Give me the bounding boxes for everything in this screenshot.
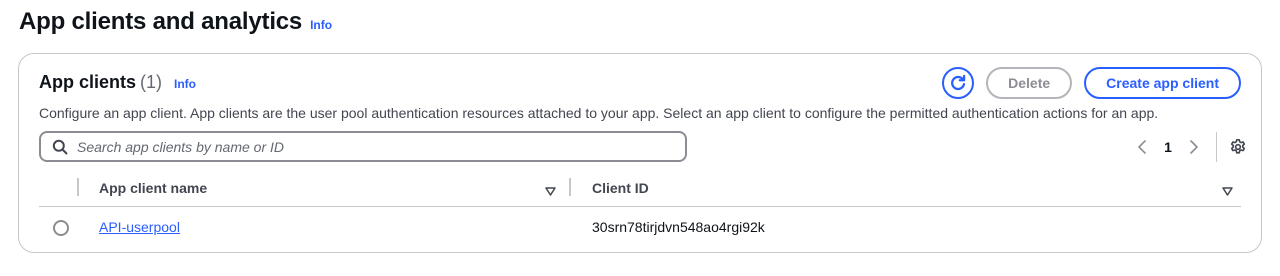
app-clients-description: Configure an app client. App clients are…	[39, 105, 1159, 121]
page-header: App clients and analytics Info	[19, 8, 332, 36]
search-input[interactable]	[77, 138, 685, 155]
app-clients-container: App clients (1) Info Delete Create app c…	[18, 53, 1262, 253]
header-actions: Delete Create app client	[942, 67, 1241, 99]
create-app-client-button[interactable]: Create app client	[1084, 67, 1241, 99]
sort-app-client-name-button[interactable]	[545, 183, 556, 201]
app-clients-info-link[interactable]: Info	[174, 77, 196, 91]
app-clients-title: App clients	[39, 72, 137, 92]
sort-caret-down-icon	[1222, 187, 1233, 196]
refresh-icon	[951, 74, 966, 91]
app-client-name-link[interactable]: API-userpool	[99, 219, 180, 235]
search-icon	[52, 139, 68, 154]
row-select-radio[interactable]	[53, 220, 69, 236]
page-title: App clients and analytics	[19, 8, 303, 35]
column-divider	[569, 178, 571, 196]
chevron-right-icon	[1190, 140, 1198, 154]
next-page-button[interactable]	[1180, 139, 1208, 155]
column-header-client-id[interactable]: Client ID	[592, 180, 649, 196]
app-clients-header: App clients (1) Info	[39, 72, 196, 93]
pagination: 1	[1128, 132, 1247, 162]
sort-client-id-button[interactable]	[1222, 183, 1233, 201]
previous-page-button[interactable]	[1128, 139, 1156, 155]
table-settings-button[interactable]	[1229, 138, 1247, 156]
delete-button[interactable]: Delete	[986, 67, 1073, 99]
table-row[interactable]: API-userpool 30srn78tirjdvn548ao4rgi92k	[39, 208, 1241, 248]
column-header-app-client-name[interactable]: App client name	[99, 180, 207, 196]
table-header: App client name Client ID	[39, 174, 1241, 207]
chevron-left-icon	[1138, 140, 1146, 154]
refresh-button[interactable]	[942, 67, 975, 99]
page-number-current[interactable]: 1	[1156, 139, 1180, 155]
search-field[interactable]	[39, 131, 687, 162]
client-id-value: 30srn78tirjdvn548ao4rgi92k	[592, 219, 765, 235]
page-info-link[interactable]: Info	[310, 18, 332, 32]
sort-caret-down-icon	[545, 187, 556, 196]
gear-icon	[1230, 138, 1246, 154]
column-divider	[77, 178, 79, 196]
app-clients-count: (1)	[140, 72, 163, 92]
pagination-divider	[1216, 132, 1217, 162]
